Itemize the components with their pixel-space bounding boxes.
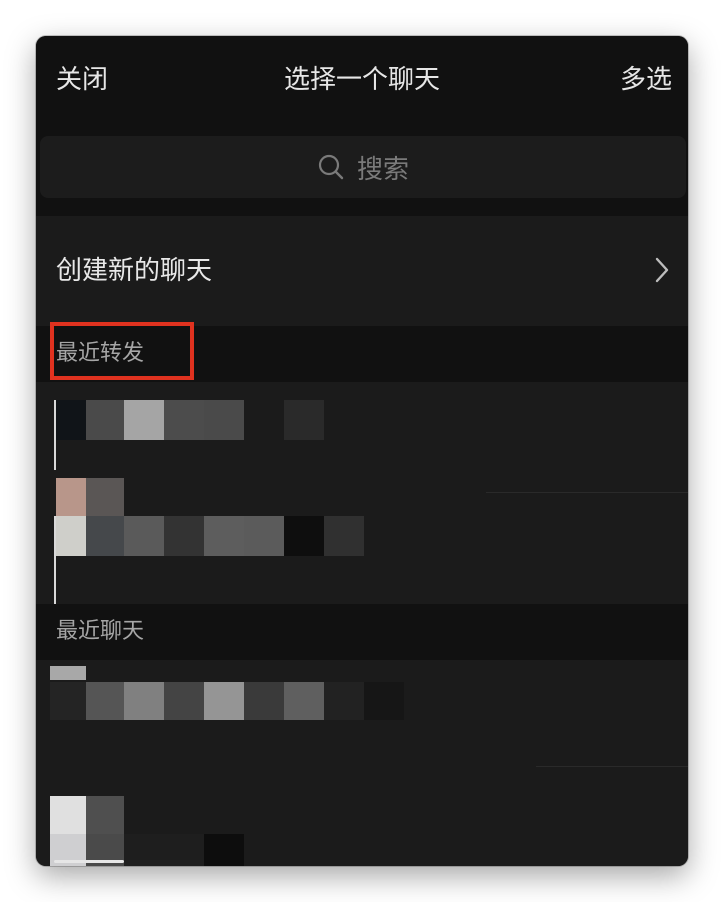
search-placeholder: 搜索 [356, 154, 409, 185]
pixelated-name [244, 682, 284, 720]
chevron-right-icon [655, 257, 669, 283]
avatar[interactable] [56, 478, 86, 516]
pixelated-name [164, 682, 204, 720]
forward-chat-picker-window: 关闭 选择一个聊天 多选 搜索 创建新的聊天 最近转发 最近聊天 [36, 36, 688, 866]
pixelated-name [86, 400, 124, 440]
avatar [86, 478, 124, 516]
pixelated-name [86, 516, 124, 556]
create-new-chat-label: 创建新的聊天 [56, 256, 213, 286]
pixelated-name [284, 682, 324, 720]
pixelated-name [204, 834, 244, 866]
scroll-indicator [54, 860, 124, 863]
pixelated-name [124, 400, 164, 440]
create-new-chat-row[interactable]: 创建新的聊天 [36, 216, 688, 326]
pixelated-name [324, 682, 364, 720]
avatar[interactable] [50, 796, 86, 834]
pixelated-name [124, 682, 164, 720]
pixelated-name [324, 516, 364, 556]
pixelated-name [204, 682, 244, 720]
highlight-box [50, 322, 194, 380]
pixelated-name [284, 400, 324, 440]
header: 关闭 选择一个聊天 多选 [36, 36, 688, 128]
page-title: 选择一个聊天 [283, 65, 440, 95]
pixelated-name [204, 400, 244, 440]
section-label-recent-chats: 最近聊天 [56, 619, 145, 644]
row-divider [536, 766, 688, 767]
pixelated-name [164, 516, 204, 556]
avatar[interactable] [56, 400, 86, 440]
section-header-recent-chats: 最近聊天 [36, 604, 688, 660]
avatar [86, 796, 124, 834]
pixelated-name [124, 516, 164, 556]
pixelated-name [164, 400, 204, 440]
search-input[interactable]: 搜索 [40, 136, 686, 198]
avatar [50, 682, 86, 720]
row-divider [486, 492, 688, 493]
avatar [56, 516, 86, 556]
pixelated-name [284, 516, 324, 556]
pixelated-name [244, 516, 284, 556]
multi-select-button[interactable]: 多选 [620, 64, 672, 96]
pixelated-name [364, 682, 404, 720]
recent-forwards-list [36, 382, 688, 616]
pixelated-name [164, 834, 204, 866]
avatar[interactable] [50, 666, 86, 680]
recent-chats-list [36, 660, 688, 866]
pixelated-name [204, 516, 244, 556]
search-icon [318, 154, 344, 180]
pixelated-name [86, 682, 124, 720]
pixelated-name [124, 834, 164, 866]
